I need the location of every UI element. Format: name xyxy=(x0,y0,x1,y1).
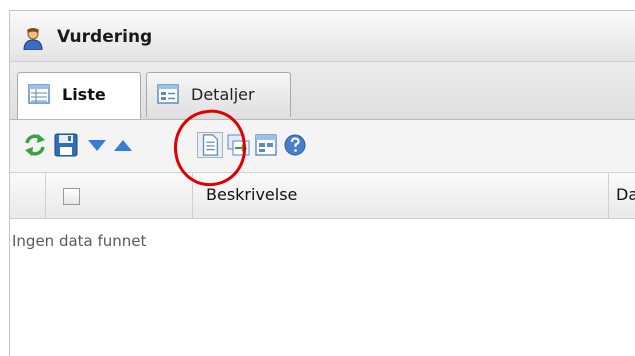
grid-column-separator xyxy=(45,173,46,218)
empty-grid-message: Ingen data funnet xyxy=(12,232,147,250)
toolbar xyxy=(10,119,635,173)
panel-title: Vurdering xyxy=(57,27,153,47)
move-up-icon[interactable] xyxy=(110,132,136,158)
tab-strip: Liste Detaljer xyxy=(10,62,635,119)
details-icon xyxy=(157,84,179,104)
grid-header: Beskrivelse Da xyxy=(10,173,635,219)
grid-column-separator xyxy=(608,173,609,218)
user-icon xyxy=(23,28,43,50)
select-all-checkbox[interactable] xyxy=(63,188,80,205)
column-header-beskrivelse[interactable]: Beskrivelse xyxy=(206,185,297,204)
help-icon[interactable] xyxy=(282,132,308,158)
vurdering-panel: Vurdering Liste Detaljer Beskrivelse Da xyxy=(9,10,635,356)
tab-detaljer-label: Detaljer xyxy=(191,85,255,104)
tab-liste[interactable]: Liste xyxy=(17,72,141,119)
list-icon xyxy=(28,84,50,104)
refresh-icon[interactable] xyxy=(22,132,48,158)
save-icon[interactable] xyxy=(53,132,79,158)
move-down-icon[interactable] xyxy=(84,132,110,158)
panel-titlebar: Vurdering xyxy=(10,11,635,62)
tab-liste-label: Liste xyxy=(62,85,106,104)
column-header-da[interactable]: Da xyxy=(616,185,635,204)
export-icon[interactable] xyxy=(253,132,279,158)
